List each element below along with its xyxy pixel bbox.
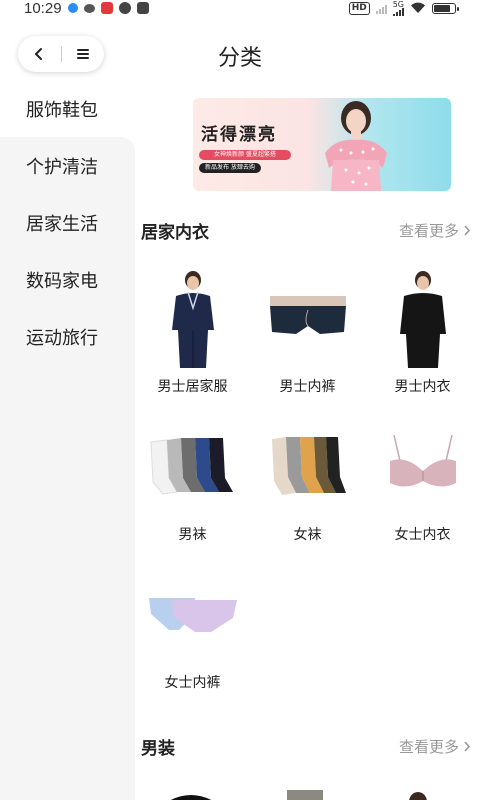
view-more-link[interactable]: 查看更多 bbox=[399, 736, 471, 757]
product-item-mens-loungewear[interactable]: 男士居家服 bbox=[135, 268, 250, 408]
menswear-item-image bbox=[170, 795, 212, 800]
message-icon bbox=[136, 2, 149, 14]
sidebar-item-label: 运动旅行 bbox=[26, 327, 98, 348]
womens-socks-icon bbox=[271, 437, 346, 495]
app-notification-icon bbox=[67, 3, 78, 13]
product-name: 男袜 bbox=[178, 526, 207, 542]
section-title: 居家内衣 bbox=[141, 222, 209, 242]
sidebar-item-label: 服饰鞋包 bbox=[26, 96, 98, 122]
mens-socks-image bbox=[143, 416, 243, 516]
section-title: 男装 bbox=[141, 738, 175, 758]
category-content: 活得漂亮 女神焕新颜 盛夏超繁搭 新品发布 放肆去购 居家内衣 查看更多 男士居… bbox=[135, 80, 480, 800]
bra-icon bbox=[389, 434, 456, 487]
product-name: 女士内衣 bbox=[394, 526, 451, 542]
mens-undershirt-image bbox=[373, 268, 473, 368]
redbook-icon bbox=[100, 2, 113, 14]
link-app-icon bbox=[118, 2, 131, 14]
section-header-home-underwear: 居家内衣 查看更多 bbox=[141, 218, 471, 242]
product-item-mens-undershirt[interactable]: 男士内衣 bbox=[365, 268, 480, 408]
product-name: 男士居家服 bbox=[157, 378, 228, 394]
mens-loungewear-icon bbox=[171, 271, 214, 368]
hd-badge: HD bbox=[348, 1, 370, 15]
view-more-label: 查看更多 bbox=[398, 738, 459, 756]
sidebar-item-label: 居家生活 bbox=[26, 213, 98, 234]
product-name: 女袜 bbox=[293, 526, 322, 542]
menswear-item-image bbox=[409, 792, 427, 800]
mens-socks-icon bbox=[149, 438, 233, 495]
view-more-link[interactable]: 查看更多 bbox=[399, 220, 471, 241]
sidebar-item-label: 个护清洁 bbox=[26, 156, 98, 177]
product-item-mens-socks[interactable]: 男袜 bbox=[135, 416, 250, 556]
mens-underpants-image bbox=[258, 268, 358, 368]
section-header-menswear: 男装 查看更多 bbox=[141, 734, 471, 758]
category-sidebar: 服饰鞋包 个护清洁 居家生活 数码家电 运动旅行 bbox=[0, 80, 135, 800]
sidebar-item-personal-care[interactable]: 个护清洁 bbox=[0, 137, 135, 194]
menswear-preview-row bbox=[135, 784, 480, 800]
status-time: 10:29 bbox=[24, 0, 62, 17]
page-title: 分类 bbox=[217, 45, 262, 70]
bra-image bbox=[373, 416, 473, 516]
sidebar-item-label: 数码家电 bbox=[26, 270, 98, 291]
womens-socks-image bbox=[258, 416, 358, 516]
promo-banner[interactable]: 活得漂亮 女神焕新颜 盛夏超繁搭 新品发布 放肆去购 bbox=[193, 98, 451, 191]
sidebar-item-apparel[interactable]: 服饰鞋包 bbox=[0, 80, 135, 151]
chevron-right-icon bbox=[464, 740, 471, 752]
mens-underpants-icon bbox=[269, 296, 346, 334]
sidebar-item-sports-travel[interactable]: 运动旅行 bbox=[0, 308, 135, 365]
product-item-womens-underpants[interactable]: 女士内裤 bbox=[135, 564, 250, 704]
product-item-womens-bra[interactable]: 女士内衣 bbox=[365, 416, 480, 556]
banner-tagline: 女神焕新颜 盛夏超繁搭 bbox=[199, 150, 291, 160]
chevron-right-icon bbox=[464, 224, 471, 236]
sidebar-item-electronics[interactable]: 数码家电 bbox=[0, 251, 135, 308]
network-indicator: 5G bbox=[392, 0, 404, 16]
signal-icon-sim2 bbox=[375, 3, 387, 14]
womens-underpants-image bbox=[143, 564, 243, 664]
product-item-womens-socks[interactable]: 女袜 bbox=[250, 416, 365, 556]
product-name: 男士内衣 bbox=[394, 378, 451, 394]
banner-subline: 新品发布 放肆去购 bbox=[199, 163, 261, 173]
banner-title: 活得漂亮 bbox=[201, 125, 277, 144]
status-left: 10:29 bbox=[24, 0, 149, 17]
wechat-icon bbox=[83, 3, 95, 13]
product-name: 女士内裤 bbox=[164, 674, 221, 690]
product-item-mens-underpants[interactable]: 男士内裤 bbox=[250, 268, 365, 408]
mens-loungewear-image bbox=[143, 268, 243, 368]
mens-undershirt-icon bbox=[399, 271, 446, 368]
wifi-icon bbox=[411, 2, 425, 14]
banner-model-image bbox=[325, 101, 387, 191]
menswear-item-image bbox=[287, 790, 323, 800]
womens-underpants-icon bbox=[148, 598, 237, 632]
signal-icon-sim1 bbox=[392, 7, 404, 16]
sidebar-item-home-living[interactable]: 居家生活 bbox=[0, 194, 135, 251]
status-bar: 10:29 HD 5G bbox=[0, 0, 480, 17]
view-more-label: 查看更多 bbox=[398, 222, 459, 240]
battery-icon bbox=[432, 2, 459, 14]
network-label: 5G bbox=[392, 0, 404, 9]
status-right: HD 5G bbox=[348, 0, 459, 16]
product-name: 男士内裤 bbox=[279, 378, 336, 394]
